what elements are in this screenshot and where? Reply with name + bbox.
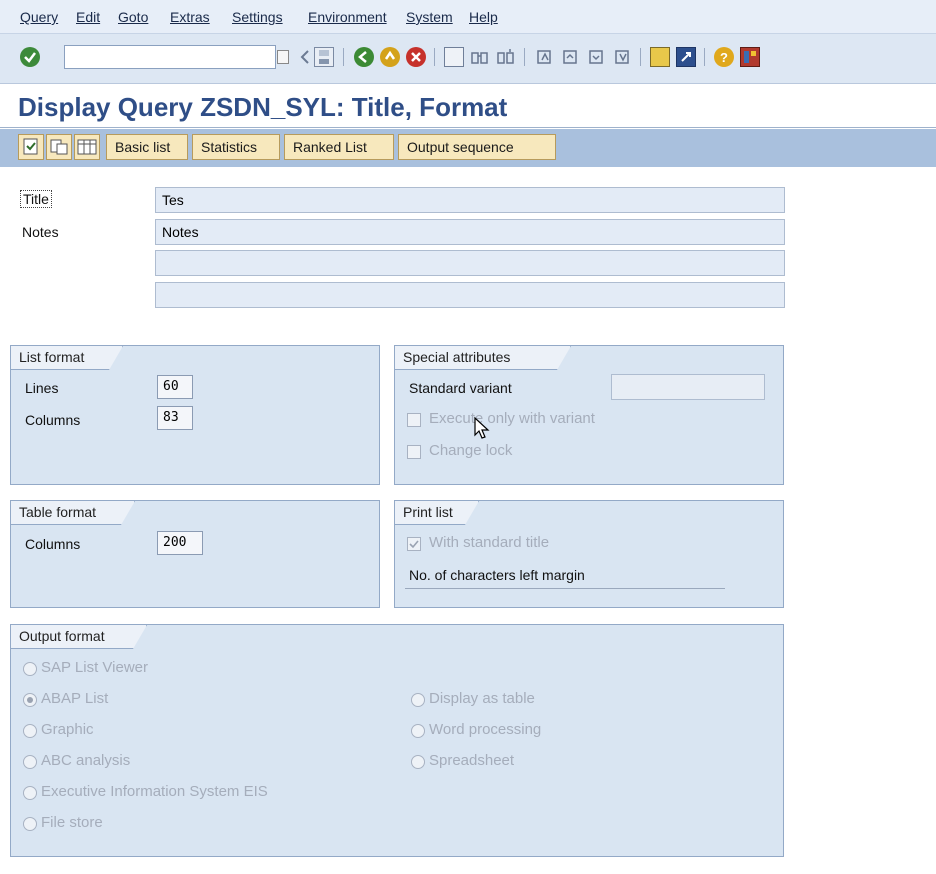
save-icon[interactable] [314,47,334,67]
previous-page-icon[interactable] [560,47,580,67]
change-lock-label: Change lock [429,442,513,459]
left-margin-underline [405,588,725,589]
cancel-icon[interactable] [406,47,426,67]
last-page-icon[interactable] [612,47,632,67]
output-sequence-button[interactable]: Output sequence [398,134,556,160]
standard-variant-field[interactable] [611,374,765,400]
table-columns-label: Columns [25,536,81,552]
radio-display-as-table[interactable] [411,693,425,707]
print-icon[interactable] [444,47,464,67]
with-standard-title-label: With standard title [429,534,550,551]
menu-extras[interactable]: Extras [170,9,210,25]
other-query-icon[interactable] [18,134,44,160]
svg-text:?: ? [720,50,728,65]
list-format-heading: List format [11,346,123,370]
standard-variant-label: Standard variant [409,380,512,396]
title-bar: Display Query ZSDN_SYL: Title, Format [0,84,936,128]
mouse-cursor-icon [474,416,490,439]
menu-environment[interactable]: Environment [308,9,387,25]
field-groups-icon[interactable] [74,134,100,160]
radio-abap-list[interactable] [23,693,37,707]
notes-label: Notes [22,224,59,240]
menu-edit[interactable]: Edit [76,9,100,25]
find-icon[interactable] [470,47,490,67]
word-processing-label: Word processing [429,721,542,738]
table-format-heading: Table format [11,501,135,525]
menu-settings[interactable]: Settings [232,9,283,25]
radio-file-store[interactable] [23,817,37,831]
columns-label: Columns [25,412,81,428]
find-next-icon[interactable] [496,47,516,67]
display-as-table-label: Display as table [429,690,535,707]
menu-query[interactable]: Query [20,9,58,25]
radio-abc-analysis[interactable] [23,755,37,769]
columns-field[interactable]: 83 [157,406,193,430]
radio-executive-information-system[interactable] [23,786,37,800]
switch-display-change-icon[interactable] [46,134,72,160]
execute-only-label: Execute only with variant [429,410,595,427]
print-list-heading: Print list [395,501,479,525]
special-attributes-heading: Special attributes [395,346,571,370]
page-title: Display Query ZSDN_SYL: Title, Format [18,92,508,122]
lines-field[interactable]: 60 [157,375,193,399]
file-store-label: File store [41,814,103,831]
title-field[interactable]: Tes [155,187,785,213]
output-format-group: Output format SAP List Viewer ABAP List … [10,624,784,857]
enter-icon[interactable] [20,47,40,67]
abc-analysis-label: ABC analysis [41,752,131,769]
sap-list-viewer-label: SAP List Viewer [41,659,148,676]
ranked-list-button[interactable]: Ranked List [284,134,394,160]
next-page-icon[interactable] [586,47,606,67]
left-margin-field[interactable] [645,565,725,587]
left-margin-label: No. of characters left margin [409,567,585,583]
notes-field-line3[interactable] [155,282,785,308]
statistics-button[interactable]: Statistics [192,134,280,160]
graphic-label: Graphic [41,721,94,738]
title-label: Title [20,190,52,208]
abap-list-label: ABAP List [41,690,109,707]
menu-help[interactable]: Help [469,9,498,25]
spreadsheet-label: Spreadsheet [429,752,515,769]
standard-toolbar: ? [0,34,936,84]
exit-icon[interactable] [380,47,400,67]
notes-field-line2[interactable] [155,250,785,276]
layout-menu-icon[interactable] [740,47,760,67]
with-standard-title-checkbox[interactable] [407,537,421,551]
first-page-icon[interactable] [534,47,554,67]
executive-information-system-label: Executive Information System EIS [41,783,268,800]
menu-goto[interactable]: Goto [118,9,148,25]
table-format-group: Table format Columns 200 [10,500,380,608]
help-icon[interactable]: ? [714,47,734,67]
back-icon[interactable] [354,47,374,67]
command-dropdown-icon[interactable] [277,50,289,64]
menu-bar: Query Edit Goto Extras Settings Environm… [0,0,936,34]
notes-field-line1[interactable]: Notes [155,219,785,245]
collapse-icon[interactable] [300,47,310,67]
list-format-group: List format Lines 60 Columns 83 [10,345,380,485]
radio-graphic[interactable] [23,724,37,738]
command-field[interactable] [64,45,276,69]
menu-system[interactable]: System [406,9,453,25]
output-format-heading: Output format [11,625,147,649]
special-attributes-group: Special attributes Standard variant Exec… [394,345,784,485]
radio-spreadsheet[interactable] [411,755,425,769]
shortcut-icon[interactable] [676,47,696,67]
radio-word-processing[interactable] [411,724,425,738]
table-columns-field[interactable]: 200 [157,531,203,555]
print-list-group: Print list With standard title No. of ch… [394,500,784,608]
lines-label: Lines [25,380,59,396]
change-lock-checkbox[interactable] [407,445,421,459]
create-session-icon[interactable] [650,47,670,67]
application-toolbar: Basic list Statistics Ranked List Output… [0,129,936,167]
radio-sap-list-viewer[interactable] [23,662,37,676]
basic-list-button[interactable]: Basic list [106,134,188,160]
execute-only-checkbox[interactable] [407,413,421,427]
